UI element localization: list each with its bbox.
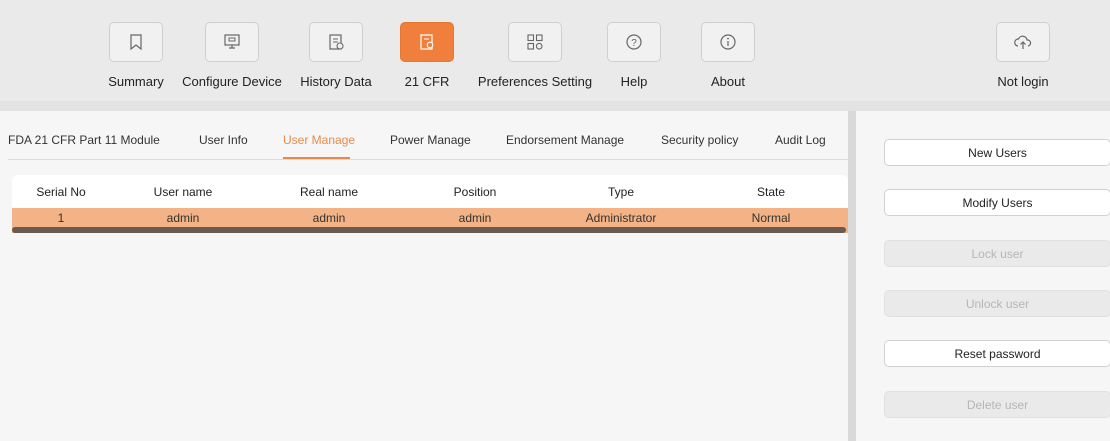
toolbar-label: Configure Device (182, 74, 282, 89)
table-row[interactable]: 1 admin admin admin Administrator Normal (12, 208, 848, 233)
column-header-position[interactable]: Position (402, 175, 548, 208)
toolbar-label: Preferences Setting (477, 74, 593, 89)
column-header-type[interactable]: Type (548, 175, 694, 208)
column-header-real-name[interactable]: Real name (256, 175, 402, 208)
tab-user-info[interactable]: User Info (199, 133, 248, 147)
info-circle-icon (701, 22, 755, 62)
cell-position: admin (458, 211, 492, 225)
top-toolbar: Summary Configure Device History Data 21… (0, 0, 1110, 101)
monitor-icon (205, 22, 259, 62)
svg-text:?: ? (631, 38, 637, 49)
delete-user-button: Delete user (884, 391, 1110, 418)
cell-type: Administrator (585, 211, 657, 225)
tab-bar: FDA 21 CFR Part 11 Module User Info User… (0, 111, 848, 160)
column-header-serial-no[interactable]: Serial No (12, 175, 110, 208)
panel-separator (848, 111, 856, 441)
reset-password-button[interactable]: Reset password (884, 340, 1110, 367)
toolbar-help[interactable]: ? Help (607, 0, 661, 89)
modify-users-button[interactable]: Modify Users (884, 189, 1110, 216)
toolbar-label: 21 CFR (404, 74, 450, 89)
cloud-upload-icon (996, 22, 1050, 62)
cell-user-name: admin (166, 211, 200, 225)
history-document-icon (309, 22, 363, 62)
cell-real-name: admin (312, 211, 346, 225)
cell-serial-no: 1 (57, 211, 65, 225)
tab-user-manage[interactable]: User Manage (283, 133, 355, 147)
app-window: Summary Configure Device History Data 21… (0, 0, 1110, 441)
grid-settings-icon (508, 22, 562, 62)
toolbar-label: Summary (108, 74, 164, 89)
tab-endorsement-manage[interactable]: Endorsement Manage (506, 133, 624, 147)
question-circle-icon: ? (607, 22, 661, 62)
toolbar-label: About (711, 74, 745, 89)
tab-divider (8, 159, 848, 160)
toolbar-label: Not login (997, 74, 1049, 89)
cell-state: Normal (751, 211, 791, 225)
tab-security-policy[interactable]: Security policy (661, 133, 738, 147)
toolbar-configure-device[interactable]: Configure Device (174, 0, 290, 89)
tab-fda-21-cfr-part-11-module[interactable]: FDA 21 CFR Part 11 Module (8, 133, 160, 147)
toolbar-divider (0, 101, 1110, 111)
main-panel: FDA 21 CFR Part 11 Module User Info User… (0, 111, 848, 441)
tab-audit-log[interactable]: Audit Log (775, 133, 826, 147)
tab-power-manage[interactable]: Power Manage (390, 133, 471, 147)
users-table: Serial No User name Real name Position T… (12, 175, 848, 233)
action-panel: New Users Modify Users Lock user Unlock … (856, 111, 1110, 441)
lock-user-button: Lock user (884, 240, 1110, 267)
column-header-user-name[interactable]: User name (110, 175, 256, 208)
unlock-user-button: Unlock user (884, 290, 1110, 317)
toolbar-about[interactable]: About (701, 0, 755, 89)
toolbar-summary[interactable]: Summary (106, 0, 166, 89)
table-header: Serial No User name Real name Position T… (12, 175, 848, 208)
horizontal-scrollbar[interactable] (12, 227, 846, 233)
toolbar-history-data[interactable]: History Data (294, 0, 378, 89)
compliance-document-icon (400, 22, 454, 62)
toolbar-login[interactable]: Not login (990, 0, 1056, 89)
toolbar-21-cfr[interactable]: 21 CFR (395, 0, 459, 89)
bookmark-icon (109, 22, 163, 62)
column-header-state[interactable]: State (694, 175, 848, 208)
toolbar-label: Help (620, 74, 648, 89)
toolbar-label: History Data (300, 74, 372, 89)
toolbar-preferences-setting[interactable]: Preferences Setting (474, 0, 596, 89)
new-users-button[interactable]: New Users (884, 139, 1110, 166)
